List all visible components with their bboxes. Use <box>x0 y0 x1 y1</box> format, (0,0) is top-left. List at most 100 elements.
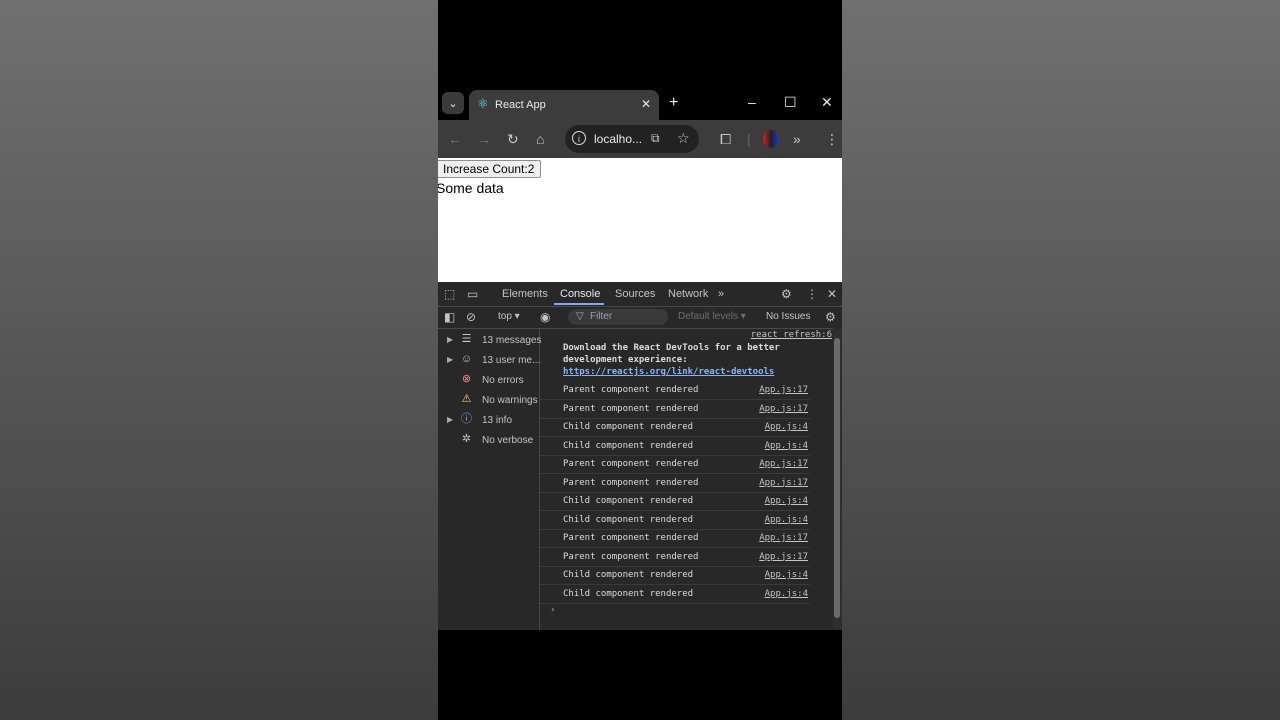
screen: ⌄ ⚛ React App ✕ + – ☐ ✕ ← → ↻ ⌂ i localh… <box>438 0 842 720</box>
background-right <box>842 0 1280 720</box>
tab-sources[interactable]: Sources <box>615 288 655 300</box>
scrollbar-thumb[interactable] <box>834 338 840 618</box>
info-icon[interactable]: i <box>572 131 586 145</box>
message-source-link[interactable]: App.js:4 <box>765 515 808 525</box>
message-source-link[interactable]: App.js:17 <box>759 404 808 414</box>
message-source-link[interactable]: App.js:4 <box>765 496 808 506</box>
kebab-menu-icon[interactable]: ⋮ <box>806 287 818 301</box>
address-bar[interactable]: i localho... ⧉ ☆ <box>565 125 699 153</box>
console-message: Child component rendered App.js:4 <box>540 511 810 530</box>
star-icon[interactable]: ☆ <box>677 130 690 147</box>
console-message-text: Child component rendered <box>563 514 694 525</box>
context-label: top <box>498 311 512 322</box>
forward-arrow-icon[interactable]: → <box>477 130 491 148</box>
message-source-link[interactable]: App.js:17 <box>759 385 808 395</box>
divider: | <box>747 131 751 147</box>
devtools-message: Download the React DevTools for a better… <box>563 342 780 378</box>
console-message-text: Child component rendered <box>563 496 694 506</box>
reload-icon[interactable]: ↻ <box>507 130 519 148</box>
tab-elements[interactable]: Elements <box>502 288 548 300</box>
chevron-double-right-icon[interactable]: » <box>718 288 724 300</box>
active-tab-indicator <box>554 303 604 305</box>
sidebar-item-label: No verbose <box>482 435 534 446</box>
console-message-text: Parent component rendered <box>563 551 699 562</box>
message-source-link[interactable]: App.js:4 <box>765 441 808 451</box>
tab-network[interactable]: Network <box>668 288 708 300</box>
console-message: Child component rendered App.js:4 <box>540 585 810 604</box>
console-filter-bar: ◧ ⊘ top ▾ ◉ ▽ Filter Default levels ▾ No… <box>438 306 842 329</box>
eye-icon[interactable]: ◉ <box>540 310 550 324</box>
expand-arrow-icon: ▶ <box>447 335 454 344</box>
console-message: Parent component rendered App.js:17 <box>540 474 810 493</box>
tab-console[interactable]: Console <box>560 288 600 300</box>
console-prompt[interactable]: › <box>550 605 555 615</box>
message-source-link[interactable]: App.js:4 <box>765 422 808 432</box>
message-source-link[interactable]: App.js:17 <box>759 552 808 562</box>
list-icon: ☰ <box>461 333 472 345</box>
gear-icon[interactable]: ⚙ <box>825 310 836 324</box>
puzzle-icon[interactable]: ⧠ <box>720 130 731 148</box>
close-icon[interactable]: ✕ <box>641 97 651 111</box>
devtools-message-line: Download the React DevTools for a better <box>563 343 780 353</box>
url-text: localho... <box>594 132 643 146</box>
info-icon: ⓘ <box>461 413 472 425</box>
console-message-text: Child component rendered <box>563 588 694 599</box>
sidebar-toggle-icon[interactable]: ◧ <box>444 310 455 324</box>
avatar[interactable] <box>763 130 779 148</box>
issues-label[interactable]: No Issues <box>766 311 810 322</box>
sidebar-item-label: 13 user me... <box>482 355 541 366</box>
console-message: Parent component rendered App.js:17 <box>540 400 810 419</box>
device-toolbar-icon[interactable]: ▭ <box>467 287 478 301</box>
filter-input[interactable]: ▽ Filter <box>568 309 668 325</box>
gear-icon[interactable]: ⚙ <box>781 287 792 301</box>
sidebar-item-info[interactable]: ▶ ⓘ 13 info <box>438 412 539 430</box>
browser-tab[interactable]: ⚛ React App ✕ <box>469 90 659 120</box>
install-icon[interactable]: ⧉ <box>651 131 660 146</box>
devtools-panel: ⬚ ▭ Elements Console Sources Network » ⚙… <box>438 282 842 630</box>
console-message: Parent component rendered App.js:17 <box>540 529 810 548</box>
kebab-menu-icon[interactable]: ⋮ <box>825 130 839 148</box>
clear-console-icon[interactable]: ⊘ <box>466 310 476 324</box>
sidebar-item-label: 13 messages <box>482 335 542 346</box>
chevron-down-icon[interactable]: ⌄ <box>442 92 464 114</box>
scrollbar[interactable] <box>833 328 842 630</box>
message-source-link[interactable]: App.js:17 <box>759 478 808 488</box>
sidebar-item-verbose[interactable]: ✲ No verbose <box>438 432 539 450</box>
back-arrow-icon[interactable]: ← <box>448 130 462 148</box>
browser-toolbar: ← → ↻ ⌂ i localho... ⧉ ☆ ⧠ | » ⋮ <box>438 120 842 158</box>
chevron-double-right-icon[interactable]: » <box>793 130 801 148</box>
maximize-icon[interactable]: ☐ <box>784 94 797 111</box>
console-message: Parent component rendered App.js:17 <box>540 381 810 400</box>
sidebar-item-user-messages[interactable]: ▶ ☺ 13 user me... <box>438 352 541 370</box>
sidebar-item-errors[interactable]: ⊗ No errors <box>438 372 539 390</box>
sidebar-item-warnings[interactable]: ⚠ No warnings <box>438 392 539 410</box>
console-output: react_refresh:6 Download the React DevTo… <box>540 328 832 630</box>
warning-icon: ⚠ <box>461 393 472 405</box>
devtools-tabbar: ⬚ ▭ Elements Console Sources Network » ⚙… <box>438 282 842 307</box>
message-source-link[interactable]: App.js:4 <box>765 589 808 599</box>
plus-icon[interactable]: + <box>669 94 678 112</box>
error-icon: ⊗ <box>461 373 472 385</box>
close-icon[interactable]: ✕ <box>827 287 837 301</box>
console-message-text: Child component rendered <box>563 570 694 580</box>
increase-count-button[interactable]: Increase Count:2 <box>438 160 542 178</box>
home-icon[interactable]: ⌂ <box>536 130 544 148</box>
devtools-link[interactable]: https://reactjs.org/link/react-devtools <box>563 366 780 378</box>
message-source-link[interactable]: App.js:17 <box>759 533 808 543</box>
levels-select[interactable]: Default levels ▾ <box>678 311 746 322</box>
window-close-icon[interactable]: ✕ <box>821 94 833 111</box>
console-message: Child component rendered App.js:4 <box>540 418 810 437</box>
message-source-link[interactable]: App.js:4 <box>765 570 808 580</box>
sidebar-item-messages[interactable]: ▶ ☰ 13 messages <box>438 332 542 350</box>
minimize-icon[interactable]: – <box>748 94 756 110</box>
console-message-text: Parent component rendered <box>563 533 699 543</box>
message-source-link[interactable]: react_refresh:6 <box>751 330 832 340</box>
console-message-text: Child component rendered <box>563 440 694 451</box>
context-select[interactable]: top ▾ <box>498 311 520 322</box>
console-message-text: Parent component rendered <box>563 459 699 469</box>
console-message: Child component rendered App.js:4 <box>540 492 810 511</box>
sidebar-item-label: No errors <box>482 375 524 386</box>
tab-title: React App <box>495 99 546 111</box>
inspect-icon[interactable]: ⬚ <box>444 287 455 301</box>
message-source-link[interactable]: App.js:17 <box>759 459 808 469</box>
